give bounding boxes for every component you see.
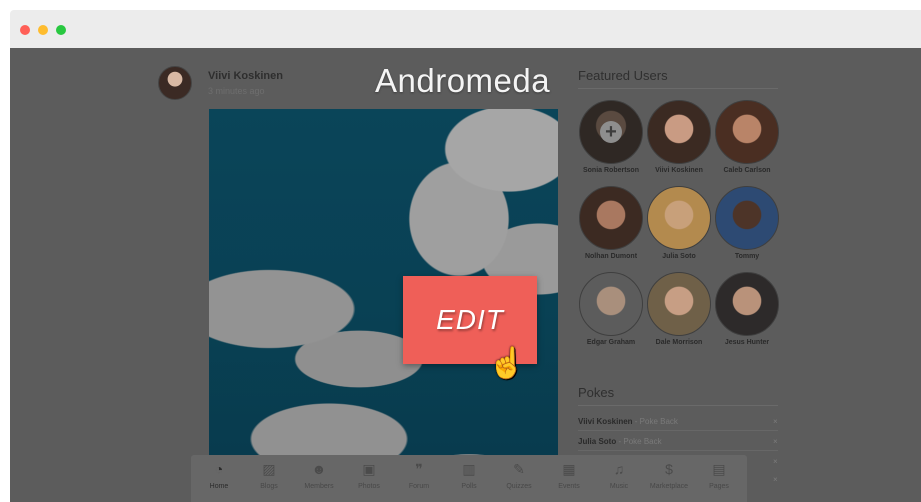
featured-user[interactable]: + Sonia Robertson [575,97,645,177]
user-name[interactable]: Julia Soto [646,253,712,260]
nav-label: Pages [709,483,729,490]
events-icon: ▦ [562,461,576,477]
polls-icon: ▥ [462,461,476,477]
nav-item-events[interactable]: ▦ Events [544,459,594,490]
dismiss-poke-icon[interactable]: × [773,457,778,466]
brand-title: Andromeda [375,62,551,99]
window-titlebar [0,0,921,48]
featured-users-title: Featured Users [578,68,668,83]
user-photo[interactable] [647,272,711,336]
dismiss-poke-icon[interactable]: × [773,475,778,484]
nav-label: Marketplace [649,483,689,490]
nav-label: Photos [358,483,380,490]
bottom-navigation-bar: ◔ Home ▨ Blogs ☻ Members ▣ Photos ❞ Foru… [191,455,747,502]
members-icon: ☻ [311,461,327,477]
user-photo[interactable] [579,272,643,336]
pokes-title: Pokes [578,385,615,400]
post-timestamp: 3 minutes ago [208,86,265,96]
nav-item-blogs[interactable]: ▨ Blogs [244,459,294,490]
nav-item-home[interactable]: ◔ Home [194,459,244,490]
nav-label: Polls [461,483,477,490]
minimize-window-button[interactable] [38,25,48,35]
featured-user[interactable]: Jesus Hunter [714,272,780,346]
nav-item-music[interactable]: ♫ Music [594,459,644,490]
user-name[interactable]: Sonia Robertson [578,167,644,174]
nav-label: Forum [408,483,430,490]
hand-pointer-icon: ☝ [488,347,526,380]
nav-item-pages[interactable]: ▤ Pages [694,459,744,490]
poke-divider [578,450,778,451]
photos-icon: ▣ [362,461,376,477]
poke-back-link[interactable]: - Poke Back [618,437,661,446]
featured-user[interactable]: Tommy [714,186,780,260]
user-photo[interactable] [715,100,779,164]
featured-users-divider [578,88,778,89]
user-photo[interactable] [715,186,779,250]
post-author-avatar[interactable] [158,66,192,100]
nav-label: Music [609,483,629,490]
quizzes-icon: ✎ [513,461,525,477]
user-photo[interactable]: + [579,100,643,164]
user-name[interactable]: Nolhan Dumont [578,253,644,260]
featured-user[interactable]: Dale Morrison [646,272,712,346]
nav-label: Events [558,483,580,490]
poke-item: Viivi Koskinen - Poke Back [578,417,678,426]
featured-user[interactable]: Viivi Koskinen [646,100,712,174]
dismiss-poke-icon[interactable]: × [773,437,778,446]
forum-icon: ❞ [415,461,423,477]
featured-user[interactable]: Edgar Graham [578,272,644,346]
featured-user[interactable]: Nolhan Dumont [578,186,644,260]
user-name[interactable]: Caleb Carlson [714,167,780,174]
featured-user[interactable]: Caleb Carlson [714,100,780,174]
dismiss-poke-icon[interactable]: × [773,417,778,426]
poke-divider [578,430,778,431]
page-viewport: Viivi Koskinen 3 minutes ago Andromeda E… [10,48,921,502]
user-name[interactable]: Edgar Graham [578,339,644,346]
nav-label: Quizzes [506,483,532,490]
browser-window: Viivi Koskinen 3 minutes ago Andromeda E… [0,0,921,502]
marketplace-icon: $ [665,461,673,477]
nav-label: Home [209,483,229,490]
chrome-bar [10,10,921,48]
nav-item-polls[interactable]: ▥ Polls [444,459,494,490]
poke-user-name[interactable]: Viivi Koskinen [578,417,633,426]
user-photo[interactable] [647,186,711,250]
user-name[interactable]: Tommy [714,253,780,260]
music-icon: ♫ [613,461,625,477]
nav-item-forum[interactable]: ❞ Forum [394,459,444,490]
user-photo[interactable] [715,272,779,336]
blog-icon: ▨ [262,461,276,477]
dashboard-icon: ◔ [214,461,224,477]
poke-user-name[interactable]: Julia Soto [578,437,616,446]
post-author-name[interactable]: Viivi Koskinen [208,70,283,82]
nav-item-photos[interactable]: ▣ Photos [344,459,394,490]
nav-item-quizzes[interactable]: ✎ Quizzes [494,459,544,490]
user-name[interactable]: Viivi Koskinen [646,167,712,174]
user-photo[interactable] [647,100,711,164]
user-name[interactable]: Dale Morrison [646,339,712,346]
nav-label: Blogs [260,483,278,490]
nav-label: Members [304,483,334,490]
pages-icon: ▤ [712,461,726,477]
plus-icon[interactable]: + [600,121,622,143]
poke-back-link[interactable]: - Poke Back [635,417,678,426]
user-photo[interactable] [579,186,643,250]
nav-item-members[interactable]: ☻ Members [294,459,344,490]
pokes-divider [578,405,778,406]
user-name[interactable]: Jesus Hunter [714,339,780,346]
maximize-window-button[interactable] [56,25,66,35]
nav-item-marketplace[interactable]: $ Marketplace [644,459,694,490]
featured-user[interactable]: Julia Soto [646,186,712,260]
close-window-button[interactable] [20,25,30,35]
poke-item: Julia Soto - Poke Back [578,437,662,446]
